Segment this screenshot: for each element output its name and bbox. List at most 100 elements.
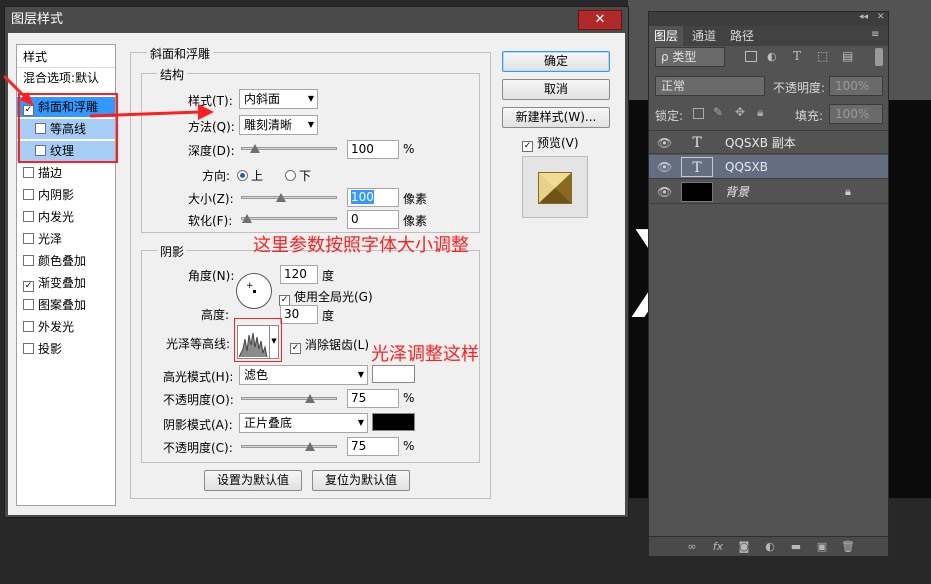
style-item-color-overlay[interactable]: 颜色叠加 bbox=[17, 251, 115, 271]
close-button[interactable]: ✕ bbox=[578, 10, 622, 30]
soften-label: 软化(F): bbox=[188, 214, 233, 228]
annotation-box-contour bbox=[234, 318, 282, 362]
reset-default-button[interactable]: 复位为默认值 bbox=[312, 470, 410, 491]
highlight-mode-dropdown[interactable]: 滤色 ▼ bbox=[239, 365, 368, 385]
depth-slider[interactable] bbox=[241, 144, 337, 153]
opacity-input[interactable]: 100% bbox=[829, 76, 883, 96]
highlight-opacity-slider[interactable] bbox=[241, 394, 337, 403]
checkbox-icon[interactable] bbox=[23, 299, 34, 310]
technique-dropdown[interactable]: 雕刻清晰 ▼ bbox=[239, 115, 318, 135]
style-item-satin[interactable]: 光泽 bbox=[17, 229, 115, 249]
altitude-input[interactable]: 30 bbox=[280, 305, 318, 324]
filter-pixel-icon[interactable] bbox=[745, 51, 757, 62]
slider-thumb[interactable] bbox=[305, 393, 315, 403]
trash-icon[interactable]: 🗑︎ bbox=[841, 540, 855, 554]
highlight-opacity-input[interactable]: 75 bbox=[347, 389, 399, 408]
mask-icon[interactable]: ◙ bbox=[737, 540, 751, 554]
style-item-outer-glow[interactable]: 外发光 bbox=[17, 317, 115, 337]
lock-label: 锁定: bbox=[655, 109, 684, 123]
folder-icon[interactable]: ▬ bbox=[789, 540, 803, 554]
visibility-eye-icon[interactable]: 👁︎ bbox=[657, 185, 672, 199]
style-item-inner-glow[interactable]: 内发光 bbox=[17, 207, 115, 227]
lock-paint-icon[interactable]: ✎ bbox=[713, 105, 723, 119]
checkbox-icon[interactable] bbox=[23, 343, 34, 354]
slider-thumb[interactable] bbox=[275, 192, 286, 202]
global-light-checkbox[interactable]: ✓ 使用全局光(G) bbox=[279, 288, 373, 306]
highlight-color-swatch[interactable] bbox=[372, 365, 415, 383]
size-input[interactable]: 100 bbox=[347, 188, 399, 207]
close-icon[interactable]: ✕ bbox=[877, 12, 885, 22]
filter-kind-dropdown[interactable]: ρ 类型 bbox=[655, 47, 725, 67]
blend-mode-dropdown[interactable]: 正常 bbox=[655, 76, 765, 96]
filter-shape-icon[interactable]: ⬚ bbox=[817, 49, 828, 63]
make-default-button[interactable]: 设置为默认值 bbox=[204, 470, 302, 491]
layer-row[interactable]: 👁︎ 背景 🔒︎ bbox=[649, 180, 888, 204]
style-item-gradient-overlay[interactable]: ✓ 渐变叠加 bbox=[17, 273, 115, 293]
collapse-icon[interactable]: ◂◂ bbox=[859, 12, 868, 22]
checkbox-icon[interactable] bbox=[23, 211, 34, 222]
filter-smart-icon[interactable]: ▤ bbox=[842, 49, 853, 63]
preview-checkbox[interactable]: ✓ 预览(V) bbox=[522, 134, 579, 152]
checkbox-icon[interactable]: ✓ bbox=[23, 281, 34, 292]
checkbox-icon[interactable]: ✓ bbox=[290, 343, 301, 354]
lock-all-icon[interactable]: 🔒︎ bbox=[757, 105, 763, 120]
slider-thumb[interactable] bbox=[242, 213, 252, 223]
panel-menu-icon[interactable]: ≡ bbox=[871, 29, 879, 40]
lock-move-icon[interactable]: ✥ bbox=[735, 105, 745, 119]
angle-input[interactable]: 120 bbox=[280, 265, 318, 284]
filter-adjust-icon[interactable]: ◐ bbox=[767, 50, 777, 63]
checkbox-icon[interactable] bbox=[23, 233, 34, 244]
style-item-inner-shadow[interactable]: 内阴影 bbox=[17, 185, 115, 205]
radio-off-icon[interactable] bbox=[285, 170, 296, 181]
layer-row[interactable]: 👁︎ T QQSXB 副本 bbox=[649, 130, 888, 154]
soften-slider[interactable] bbox=[241, 214, 337, 223]
direction-up-radio[interactable]: 上 bbox=[237, 167, 263, 184]
soften-input[interactable]: 0 bbox=[347, 210, 399, 229]
filter-toggle[interactable] bbox=[875, 48, 883, 66]
radio-on-icon[interactable] bbox=[237, 170, 248, 181]
new-style-button[interactable]: 新建样式(W)... bbox=[502, 107, 610, 128]
slider-thumb[interactable] bbox=[305, 441, 315, 451]
size-slider[interactable] bbox=[241, 193, 337, 202]
chevron-down-icon: ▼ bbox=[357, 418, 364, 427]
shadow-mode-dropdown[interactable]: 正片叠底 ▼ bbox=[239, 413, 368, 433]
tab-channels[interactable]: 通道 bbox=[687, 26, 721, 46]
filter-type-icon[interactable]: T bbox=[793, 49, 801, 63]
checkbox-icon[interactable] bbox=[23, 167, 34, 178]
shadow-color-swatch[interactable] bbox=[372, 413, 415, 431]
chevron-down-icon: ▼ bbox=[307, 94, 314, 103]
new-layer-icon[interactable]: ▣ bbox=[815, 540, 829, 554]
depth-input[interactable]: 100 bbox=[347, 140, 399, 159]
slider-thumb[interactable] bbox=[250, 143, 261, 153]
checkbox-icon[interactable] bbox=[23, 255, 34, 266]
direction-down-radio[interactable]: 下 bbox=[285, 167, 311, 184]
tab-paths[interactable]: 路径 bbox=[725, 26, 759, 46]
antialias-checkbox[interactable]: ✓ 消除锯齿(L) bbox=[290, 336, 369, 354]
angle-dial[interactable]: + bbox=[236, 273, 272, 309]
visibility-eye-icon[interactable]: 👁︎ bbox=[657, 136, 672, 150]
shadow-opacity-input[interactable]: 75 bbox=[347, 437, 399, 456]
layers-bottom-bar: ∞ fx ◙ ◐ ▬ ▣ 🗑︎ bbox=[649, 536, 888, 556]
style-item-pattern-overlay[interactable]: 图案叠加 bbox=[17, 295, 115, 315]
visibility-eye-icon[interactable]: 👁︎ bbox=[657, 160, 672, 174]
fx-icon[interactable]: fx bbox=[711, 540, 725, 554]
cancel-button[interactable]: 取消 bbox=[502, 79, 610, 100]
adjustment-icon[interactable]: ◐ bbox=[763, 540, 777, 554]
tab-layers[interactable]: 图层 bbox=[649, 26, 684, 46]
checkbox-icon[interactable] bbox=[23, 321, 34, 332]
shadow-opacity-slider[interactable] bbox=[241, 442, 337, 451]
checkbox-icon[interactable]: ✓ bbox=[522, 141, 533, 152]
soften-unit: 像素 bbox=[403, 214, 428, 228]
style-item-drop-shadow[interactable]: 投影 bbox=[17, 339, 115, 359]
background-thumbnail bbox=[681, 182, 713, 202]
checkbox-icon[interactable] bbox=[23, 189, 34, 200]
ok-button[interactable]: 确定 bbox=[502, 51, 610, 72]
link-icon[interactable]: ∞ bbox=[685, 540, 699, 554]
angle-unit: 度 bbox=[322, 269, 335, 283]
style-item-stroke[interactable]: 描边 bbox=[17, 163, 115, 183]
shading-title: 阴影 bbox=[157, 243, 188, 260]
lock-transparent-icon[interactable] bbox=[693, 108, 704, 119]
layer-row[interactable]: 👁︎ T QQSXB bbox=[649, 155, 888, 179]
fill-input[interactable]: 100% bbox=[829, 104, 883, 124]
style-dropdown[interactable]: 内斜面 ▼ bbox=[239, 89, 318, 109]
